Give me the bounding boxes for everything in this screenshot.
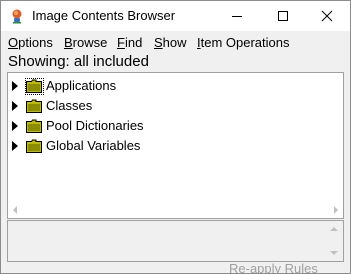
menu-find-rest: ind (124, 35, 143, 50)
tree-row-applications[interactable]: Applications (8, 76, 328, 96)
close-button[interactable] (304, 1, 350, 31)
menu-item-operations[interactable]: Item Operations (197, 35, 290, 50)
menu-browse[interactable]: Browse (64, 35, 107, 50)
maximize-button[interactable] (260, 1, 306, 31)
reapply-rules-button[interactable]: Re-apply Rules (229, 262, 318, 274)
contents-tree[interactable]: Applications Classes Pool Dictionaries G… (7, 72, 344, 219)
menu-find[interactable]: Find (117, 35, 142, 50)
expand-arrow-icon[interactable] (12, 101, 18, 111)
horizontal-scrollbar[interactable] (8, 201, 343, 218)
tree-row-label: Global Variables (46, 138, 141, 153)
menu-browse-rest: rowse (72, 35, 108, 50)
menu-show-mnemonic: S (154, 35, 163, 50)
menu-browse-mnemonic: B (64, 35, 73, 50)
vertical-scrollbar[interactable] (326, 221, 343, 261)
close-icon (321, 10, 333, 22)
tree-row-label: Pool Dictionaries (46, 118, 144, 133)
expand-arrow-icon[interactable] (12, 81, 18, 91)
menu-options[interactable]: Options (8, 35, 53, 50)
tree-row-label: Classes (46, 98, 93, 113)
maximize-icon (278, 11, 288, 21)
tree-row-classes[interactable]: Classes (8, 96, 328, 116)
tree-row-global-variables[interactable]: Global Variables (8, 136, 328, 156)
menu-show[interactable]: Show (154, 35, 187, 50)
menu-find-mnemonic: F (117, 35, 125, 50)
folder-icon (26, 99, 42, 113)
app-icon (9, 8, 25, 24)
tree-row-label: Applications (46, 78, 117, 93)
menu-show-rest: how (162, 35, 187, 50)
tree-row-pool-dictionaries[interactable]: Pool Dictionaries (8, 116, 328, 136)
folder-icon (26, 119, 42, 133)
showing-status: Showing: all included (8, 53, 149, 70)
expand-arrow-icon[interactable] (12, 121, 18, 131)
scroll-left-icon[interactable] (13, 206, 17, 214)
scroll-down-icon[interactable] (330, 251, 338, 255)
details-text-pane[interactable] (7, 220, 344, 262)
image-contents-browser-window: Image Contents Browser Options Browse Fi… (0, 0, 351, 274)
folder-icon (26, 139, 42, 153)
minimize-button[interactable] (214, 1, 260, 31)
minimize-icon (232, 16, 242, 17)
menu-options-mnemonic: O (8, 35, 19, 50)
menu-item-operations-rest: tem Operations (200, 35, 290, 50)
title-bar[interactable]: Image Contents Browser (1, 1, 350, 31)
expand-arrow-icon[interactable] (12, 141, 18, 151)
scroll-right-icon[interactable] (334, 206, 338, 214)
menu-options-rest: ptions (18, 35, 53, 50)
scroll-up-icon[interactable] (330, 227, 338, 231)
folder-icon (26, 79, 42, 93)
window-title: Image Contents Browser (32, 8, 176, 23)
menu-bar: Options Browse Find Show Item Operations (1, 32, 350, 52)
